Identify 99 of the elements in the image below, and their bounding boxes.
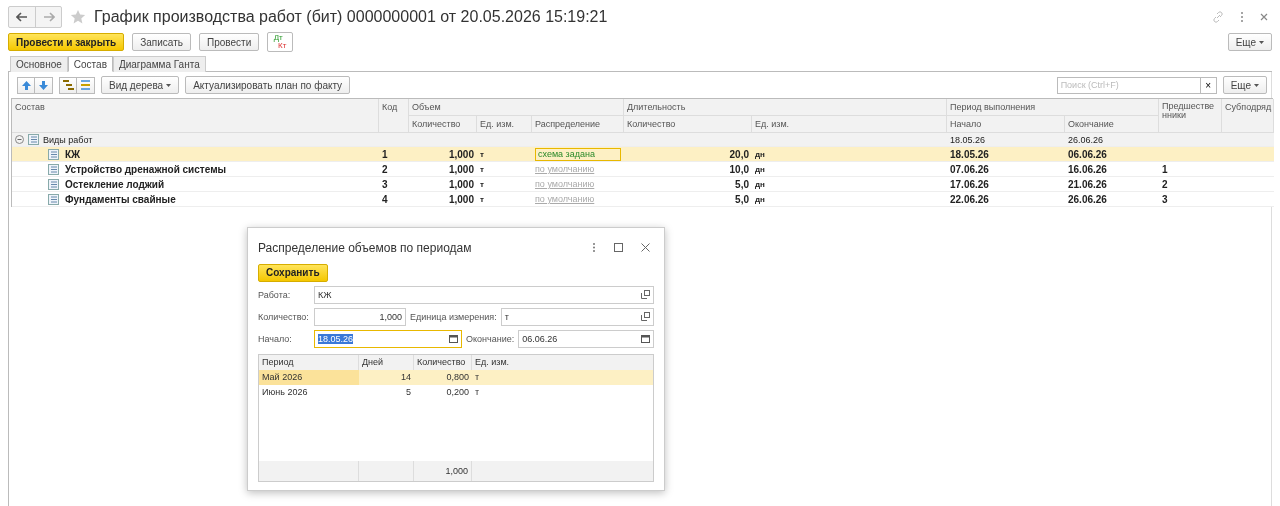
- quantity-field[interactable]: 1,000: [314, 307, 406, 326]
- table-cell: 3: [1159, 192, 1222, 207]
- table-cell: 10,0: [624, 162, 752, 177]
- search-field[interactable]: Поиск (Ctrl+F): [1056, 76, 1201, 94]
- save-button[interactable]: Сохранить: [258, 263, 328, 282]
- table-cell: 07.06.26: [947, 162, 1065, 177]
- caret-icon: [1259, 40, 1264, 44]
- distribution-link[interactable]: схема задана: [535, 147, 621, 161]
- column-header: Период выполнения: [947, 99, 1159, 116]
- work-name: Фундаменты свайные: [65, 193, 176, 205]
- group-name: Виды работ: [43, 134, 93, 145]
- tab[interactable]: Диаграмма Ганта: [112, 56, 206, 72]
- table-cell: 18.05.26: [947, 147, 1065, 162]
- table-cell: 5,0: [624, 192, 752, 207]
- work-name: Устройство дренажной системы: [65, 163, 227, 175]
- list-view-button[interactable]: [77, 76, 95, 94]
- table-cell: 26.06.26: [1065, 192, 1159, 207]
- hierarchy-button[interactable]: [59, 76, 77, 94]
- table-cell: 22.06.26: [947, 192, 1065, 207]
- tree-view-dropdown[interactable]: Вид дерева: [101, 76, 180, 94]
- table-cell: [1222, 133, 1274, 147]
- field-label: Работа:: [258, 289, 292, 300]
- column-header: Период: [259, 354, 359, 370]
- column-header: Состав: [12, 99, 379, 133]
- table-cell: 2: [379, 162, 409, 177]
- update-plan-button[interactable]: Актуализировать план по факту: [185, 76, 351, 94]
- table-cell: 1: [379, 147, 409, 162]
- down-arrow-icon: [39, 80, 48, 90]
- more-button[interactable]: Еще: [1227, 33, 1272, 51]
- open-icon[interactable]: [641, 312, 650, 322]
- field-label: Начало:: [258, 333, 293, 344]
- table-cell: 06.06.26: [1065, 147, 1159, 162]
- column-header: Ед. изм.: [477, 116, 532, 133]
- more-button[interactable]: Еще: [1222, 76, 1267, 94]
- hierarchy-icon: [62, 80, 74, 90]
- column-header: Субподряд: [1222, 99, 1274, 133]
- table-cell: 1,000: [409, 177, 477, 192]
- table-cell: 18.05.26: [947, 133, 1065, 147]
- end-date-field[interactable]: 06.06.26: [518, 329, 654, 348]
- table-cell: 17.06.26: [947, 177, 1065, 192]
- move-down-button[interactable]: [35, 76, 53, 94]
- column-header: Ед. изм.: [752, 116, 947, 133]
- tab[interactable]: Основное: [10, 56, 68, 72]
- column-header: Количество: [409, 116, 477, 133]
- column-header: Начало: [947, 116, 1065, 133]
- table-cell: 4: [379, 192, 409, 207]
- calendar-icon[interactable]: [641, 334, 650, 343]
- field-label: Количество:: [258, 311, 310, 322]
- caret-icon: [1254, 83, 1259, 87]
- toolbar-button[interactable]: Записать: [132, 33, 191, 51]
- table-cell: [359, 461, 414, 481]
- column-header: Количество: [624, 116, 752, 133]
- column-header: Длительность: [624, 99, 947, 116]
- table-cell: 5,0: [624, 177, 752, 192]
- table-cell: [1222, 147, 1274, 162]
- toolbar-button[interactable]: Провести: [199, 33, 260, 51]
- table-cell: т: [477, 147, 532, 162]
- list-view-icon: [80, 80, 91, 90]
- table-cell: 3: [379, 177, 409, 192]
- caret-icon: [166, 83, 172, 87]
- column-header: Предшественники: [1159, 99, 1222, 133]
- column-header: Объем: [409, 99, 624, 116]
- table-cell: 20,0: [624, 147, 752, 162]
- back-arrow-icon: [16, 12, 28, 22]
- total-cell: 1,000: [414, 461, 472, 481]
- table-cell: 26.06.26: [1065, 133, 1159, 147]
- table-cell: 1,000: [409, 192, 477, 207]
- column-header: Дней: [359, 354, 414, 370]
- dialog-title: Распределение объемов по периодам: [258, 240, 473, 255]
- table-cell: 21.06.26: [1065, 177, 1159, 192]
- tab[interactable]: Состав: [67, 56, 113, 72]
- field-label: Окончание:: [466, 333, 515, 344]
- table-cell: 1: [1159, 162, 1222, 177]
- column-header: Код: [379, 99, 409, 133]
- column-header: Количество: [414, 354, 472, 370]
- post-and-close-button[interactable]: Провести и закрыть: [8, 33, 125, 51]
- field-label: Единица измерения:: [410, 311, 497, 322]
- unit-field[interactable]: т: [500, 307, 654, 326]
- column-header: Распределение: [532, 116, 624, 133]
- up-arrow-icon: [21, 80, 31, 90]
- collapse-icon[interactable]: [15, 135, 24, 144]
- table-cell: дн: [752, 147, 947, 162]
- table-cell: 1,000: [409, 147, 477, 162]
- star-icon[interactable]: [70, 9, 86, 25]
- table-cell: 2: [1159, 177, 1222, 192]
- work-name: КЖ: [65, 148, 81, 160]
- dt-kt-button[interactable]: Дт Кт: [267, 32, 294, 52]
- work-field[interactable]: КЖ: [314, 285, 654, 304]
- table-cell: 16.06.26: [1065, 162, 1159, 177]
- work-name: Остекление лоджий: [65, 178, 165, 190]
- column-header: Ед. изм.: [472, 354, 653, 370]
- forward-arrow-icon: [42, 12, 55, 22]
- table-cell: 1,000: [409, 162, 477, 177]
- open-icon[interactable]: [641, 290, 650, 300]
- column-header: Окончание: [1065, 116, 1159, 133]
- move-up-button[interactable]: [17, 76, 35, 94]
- calendar-icon[interactable]: [449, 334, 458, 343]
- start-date-field[interactable]: 18.05.26: [314, 329, 462, 348]
- window-title: График производства работ (бит) 0000000001 от 20.05.2026 15:19:21: [94, 8, 609, 26]
